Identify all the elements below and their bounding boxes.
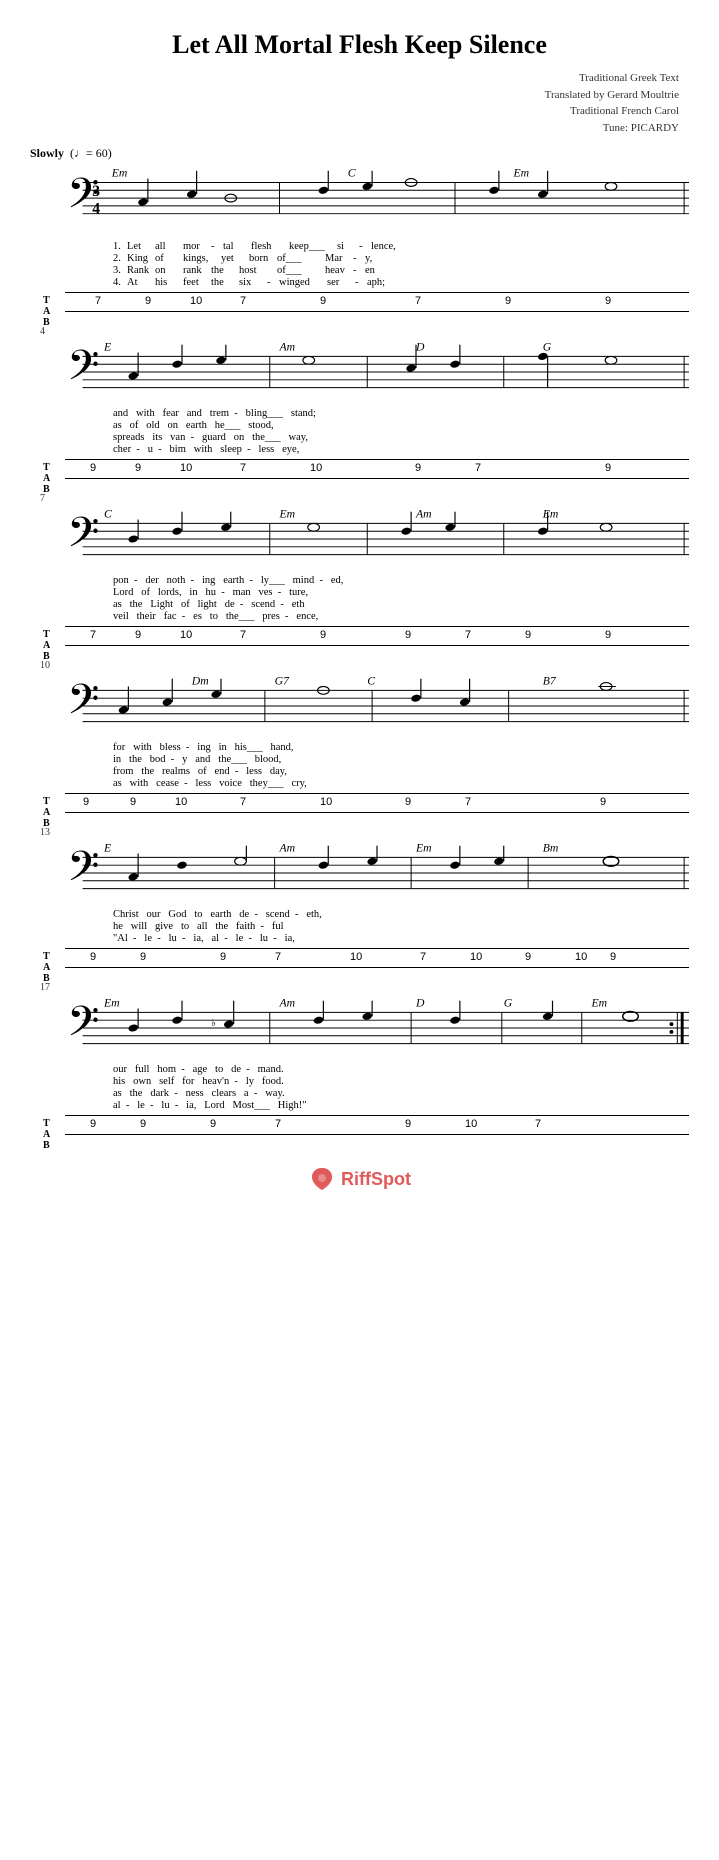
staff-6: 𝄢 Em Am D G Em ♭ <box>65 994 689 1135</box>
svg-text:C: C <box>348 167 356 180</box>
tab-label-1: TAB <box>43 295 50 328</box>
svg-text:C: C <box>367 675 375 688</box>
section-5: 13 𝄢 E Am Em Bm <box>30 827 689 968</box>
staff-4: 𝄢 Dm G7 C B7 <box>65 672 689 813</box>
footer: RiffSpot <box>30 1155 689 1198</box>
measure-number-3: 7 <box>40 493 689 504</box>
staff-svg-6: 𝄢 Em Am D G Em ♭ <box>65 994 689 1062</box>
measure-number-5: 13 <box>40 827 689 838</box>
svg-text:Am: Am <box>279 341 296 354</box>
svg-text:𝄢: 𝄢 <box>67 844 100 900</box>
svg-text:Em: Em <box>415 842 432 855</box>
staff-3: 𝄢 C Em Am Em <box>65 505 689 646</box>
svg-text:Am: Am <box>415 508 432 521</box>
svg-text:E: E <box>103 341 111 354</box>
tab-3: TAB 7 9 10 7 9 9 7 9 9 <box>65 626 689 646</box>
riffspot-icon <box>308 1165 336 1193</box>
lyrics-6: our full hom - age to de - mand. his own… <box>113 1064 689 1111</box>
svg-text:Bm: Bm <box>543 842 559 855</box>
tab-6: TAB 9 9 9 7 9 10 7 <box>65 1115 689 1135</box>
page-title: Let All Mortal Flesh Keep Silence <box>30 30 689 60</box>
riffspot-logo: RiffSpot <box>308 1165 411 1193</box>
section-6: 17 𝄢 Em Am D G Em ♭ <box>30 982 689 1135</box>
svg-text:Em: Em <box>103 997 120 1010</box>
tab-2: TAB 9 9 10 7 10 9 7 9 <box>65 459 689 479</box>
lyrics-4: for with bless - ing in his___ hand, in … <box>113 742 689 789</box>
lyrics-3: pon - der noth - ing earth - ly___ mind … <box>113 575 689 622</box>
section-4: 10 𝄢 Dm G7 C B7 <box>30 660 689 813</box>
staff-svg-4: 𝄢 Dm G7 C B7 <box>65 672 689 740</box>
svg-text:Em: Em <box>542 508 559 521</box>
lyrics-5: Christ our God to earth de - scend - eth… <box>113 909 689 944</box>
svg-text:Em: Em <box>279 508 296 521</box>
tempo-label: Slowly <box>30 146 64 161</box>
svg-text:𝄢: 𝄢 <box>67 677 100 733</box>
staff-svg-2: 𝄢 E Am D G <box>65 338 689 406</box>
staff-svg-1: 𝄢 3 4 Em C Em <box>65 164 689 239</box>
tempo-bpm: (♩= 60) <box>70 146 112 161</box>
svg-text:B7: B7 <box>543 675 557 688</box>
svg-text:Em: Em <box>111 167 128 180</box>
attribution: Traditional Greek Text Translated by Ger… <box>30 70 689 136</box>
staff-5: 𝄢 E Am Em Bm <box>65 839 689 968</box>
staff-1: 𝄢 3 4 Em C Em <box>65 164 689 312</box>
page: Let All Mortal Flesh Keep Silence Tradit… <box>0 0 719 1258</box>
svg-text:4: 4 <box>92 201 100 218</box>
section-1: Slowly (♩= 60) 𝄢 3 4 Em C Em <box>30 146 689 312</box>
svg-text:𝄢: 𝄢 <box>67 510 100 566</box>
svg-text:G: G <box>543 341 552 354</box>
riffspot-brand-text: RiffSpot <box>341 1169 411 1190</box>
svg-text:♭: ♭ <box>211 1018 216 1029</box>
svg-text:G: G <box>504 997 513 1010</box>
svg-text:Em: Em <box>513 167 530 180</box>
tab-4: TAB 9 9 10 7 10 9 7 9 <box>65 793 689 813</box>
section-2: 4 𝄢 E Am D G <box>30 326 689 479</box>
svg-text:Am: Am <box>279 842 296 855</box>
section-3: 7 𝄢 C Em Am Em <box>30 493 689 646</box>
svg-text:Em: Em <box>590 997 607 1010</box>
tab-1: TAB 7 9 10 7 9 7 9 9 <box>65 292 689 312</box>
tab-5: TAB 9 9 9 7 10 7 10 9 10 9 <box>65 948 689 968</box>
measure-number-4: 10 <box>40 660 689 671</box>
svg-text:Am: Am <box>279 997 296 1010</box>
attribution-line1: Traditional Greek Text <box>30 70 679 87</box>
svg-text:G7: G7 <box>275 675 290 688</box>
staff-2: 𝄢 E Am D G <box>65 338 689 479</box>
lyrics-1: 1. Let all mor - tal flesh keep___ si - … <box>113 241 689 288</box>
attribution-line3: Traditional French Carol <box>30 103 679 120</box>
measure-number-2: 4 <box>40 326 689 337</box>
lyrics-2: and with fear and trem - bling___ stand;… <box>113 408 689 455</box>
svg-text:E: E <box>103 842 111 855</box>
svg-text:𝄢: 𝄢 <box>67 343 100 399</box>
attribution-line2: Translated by Gerard Moultrie <box>30 87 679 104</box>
staff-svg-5: 𝄢 E Am Em Bm <box>65 839 689 907</box>
attribution-line4: Tune: PICARDY <box>30 120 679 137</box>
svg-text:𝄢: 𝄢 <box>67 999 100 1055</box>
svg-text:D: D <box>415 997 425 1010</box>
staff-svg-3: 𝄢 C Em Am Em <box>65 505 689 573</box>
svg-text:3: 3 <box>92 183 100 200</box>
svg-text:C: C <box>104 508 112 521</box>
measure-number-6: 17 <box>40 982 689 993</box>
svg-text:Dm: Dm <box>191 675 209 688</box>
